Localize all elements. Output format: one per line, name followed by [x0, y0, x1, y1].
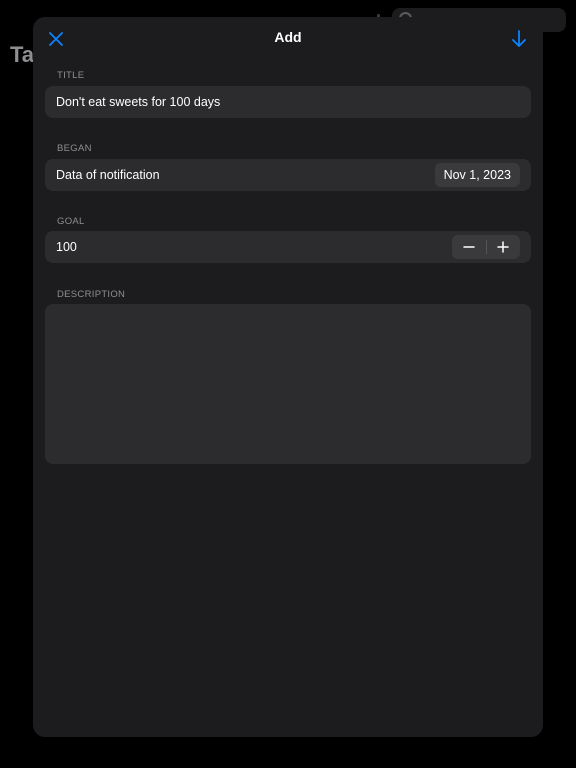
- goal-row: 100: [45, 231, 531, 263]
- date-picker-button[interactable]: Nov 1, 2023: [434, 163, 520, 187]
- add-sheet: Add TITLE Don't eat sweets for 100 days …: [33, 17, 543, 737]
- arrow-down-icon: [512, 30, 526, 47]
- began-section-label: BEGAN: [57, 143, 92, 154]
- nav-title: Add: [274, 29, 302, 45]
- description-section-label: DESCRIPTION: [57, 289, 126, 300]
- decrement-button[interactable]: [452, 235, 486, 259]
- description-textarea[interactable]: [45, 304, 531, 464]
- background-page-title: Ta: [10, 42, 35, 67]
- increment-button[interactable]: [486, 235, 520, 259]
- save-button[interactable]: [507, 27, 531, 51]
- plus-icon: [497, 241, 509, 253]
- title-field[interactable]: Don't eat sweets for 100 days: [45, 86, 531, 118]
- nav-bar: Add: [33, 17, 543, 59]
- goal-value: 100: [56, 240, 77, 254]
- goal-stepper: [452, 235, 520, 259]
- title-section-label: TITLE: [57, 70, 85, 81]
- goal-section-label: GOAL: [57, 216, 85, 227]
- began-row: Data of notification Nov 1, 2023: [45, 159, 531, 191]
- title-field-value: Don't eat sweets for 100 days: [56, 95, 221, 109]
- began-row-label: Data of notification: [56, 168, 160, 182]
- minus-icon: [463, 246, 475, 248]
